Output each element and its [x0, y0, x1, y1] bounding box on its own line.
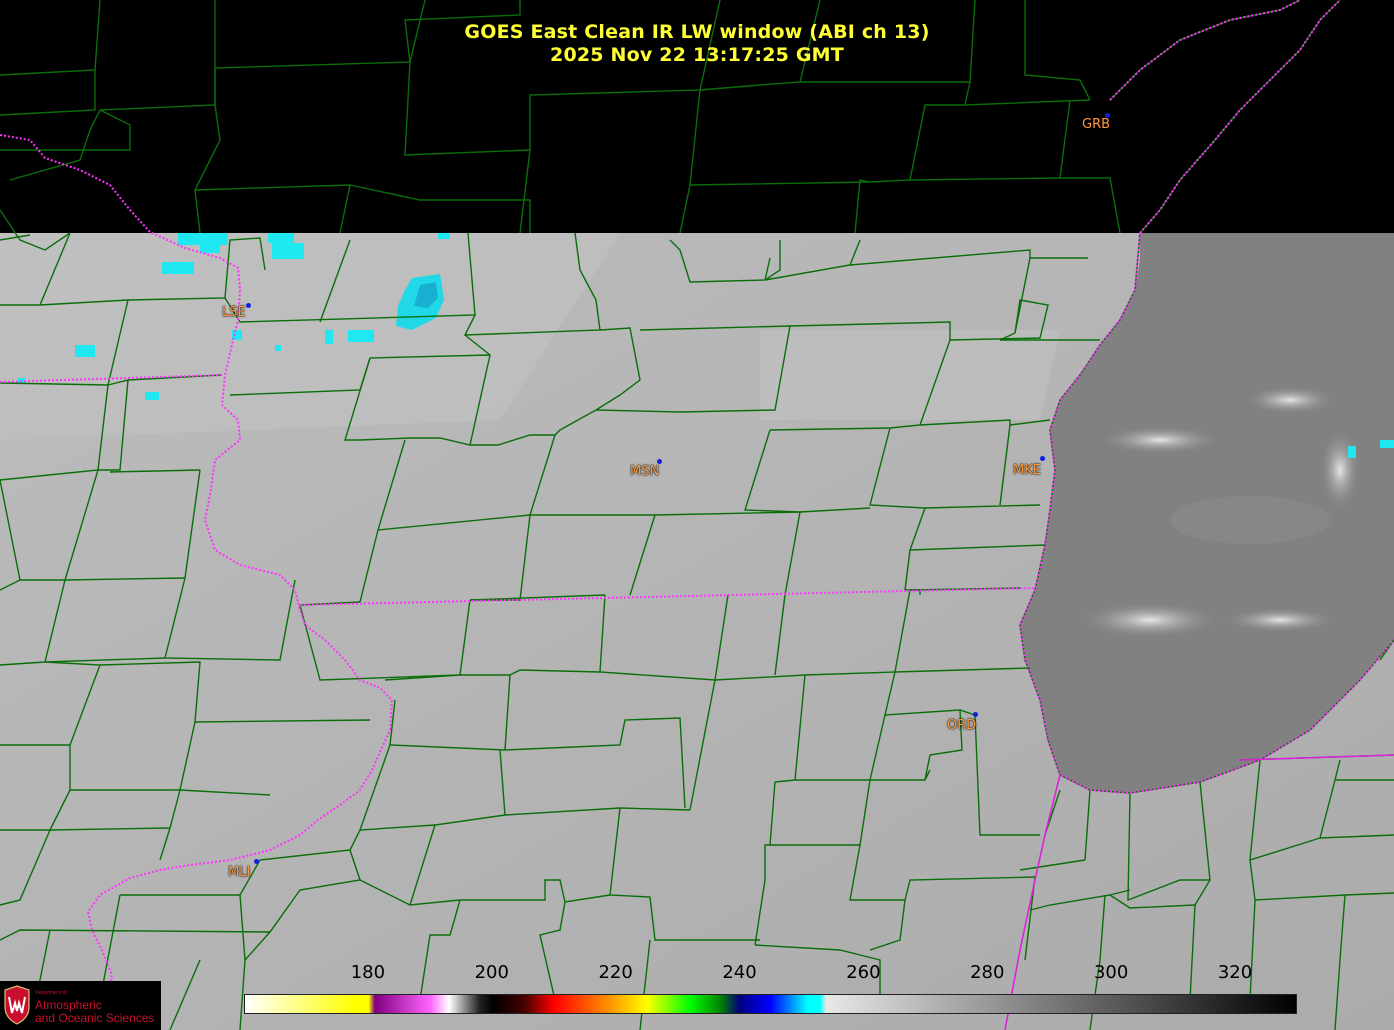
lake-cloud: [1225, 608, 1335, 632]
map-canvas: [0, 0, 1394, 1030]
colorbar-tick-240: 240: [722, 962, 757, 983]
station-dot-mli: [254, 859, 259, 864]
lake-cloud: [1100, 426, 1220, 454]
logo-line-2: and Oceanic Sciences: [35, 1011, 155, 1025]
image-timestamp: 2025 Nov 22 13:17:25 GMT: [550, 44, 844, 66]
colorbar-tick-260: 260: [846, 962, 881, 983]
colorbar-tick-320: 320: [1217, 962, 1253, 983]
station-label-mli: MLI: [228, 865, 251, 880]
temperature-colorbar: [244, 994, 1297, 1014]
station-label-msn: MSN: [630, 464, 660, 479]
station-label-mke: MKE: [1013, 463, 1041, 478]
land-texture: [760, 330, 1060, 420]
station-label-lse: LSE: [222, 305, 246, 320]
satellite-image: GOES East Clean IR LW window (ABI ch 13)…: [0, 0, 1394, 1030]
uw-shield-icon: [4, 985, 30, 1025]
colorbar-tick-200: 200: [474, 962, 509, 983]
aos-logo: Department of Atmospheric and Oceanic Sc…: [0, 981, 161, 1030]
colorbar-tick-180: 180: [350, 962, 386, 983]
colorbar-tick-300: 300: [1093, 962, 1129, 983]
logo-line-1: Atmospheric: [35, 998, 102, 1012]
station-dot-ord: [973, 712, 978, 717]
lake-cloud: [1320, 430, 1360, 510]
station-label-ord: ORD: [947, 718, 977, 733]
colorbar-tick-220: 220: [598, 962, 633, 983]
image-title: GOES East Clean IR LW window (ABI ch 13): [464, 21, 930, 43]
station-dot-lse: [246, 303, 251, 308]
lake-cloud: [1170, 496, 1330, 544]
lake-cloud: [1245, 386, 1335, 414]
station-label-grb: GRB: [1082, 117, 1111, 132]
station-dot-mke: [1040, 456, 1045, 461]
colorbar-tick-280: 280: [970, 962, 1005, 983]
logo-dept-text: Department of: [35, 990, 67, 996]
lake-cloud: [1080, 602, 1220, 638]
